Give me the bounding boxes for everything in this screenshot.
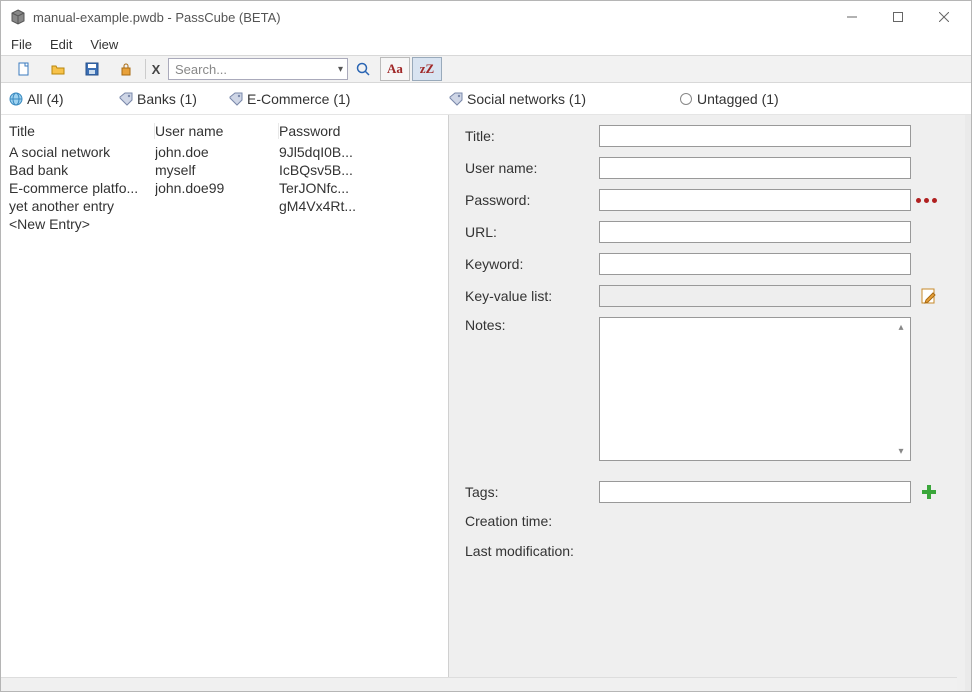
window-title: manual-example.pwdb - PassCube (BETA) bbox=[33, 10, 281, 25]
scroll-down-icon[interactable]: ▾ bbox=[894, 444, 908, 458]
label-modification-time: Last modification: bbox=[465, 543, 625, 559]
cell-title: A social network bbox=[9, 144, 155, 160]
cell-user: john.doe bbox=[155, 144, 279, 160]
tag-icon bbox=[229, 92, 243, 106]
tag-filter-ecommerce-label: E-Commerce (1) bbox=[247, 91, 350, 107]
cell-user: john.doe99 bbox=[155, 180, 279, 196]
new-file-icon[interactable] bbox=[7, 57, 41, 81]
menu-edit[interactable]: Edit bbox=[50, 37, 72, 52]
tag-filter-untagged-label: Untagged (1) bbox=[697, 91, 779, 107]
cell-pass: 9Jl5dqI0B... bbox=[279, 144, 448, 160]
toolbar: X Search... ▾ Aa zZ bbox=[1, 55, 971, 83]
save-icon[interactable] bbox=[75, 57, 109, 81]
main-split: Title User name Password A social networ… bbox=[1, 115, 971, 691]
tag-filter-social[interactable]: Social networks (1) bbox=[449, 91, 679, 107]
cell-pass: gM4Vx4Rt... bbox=[279, 198, 448, 214]
tag-icon bbox=[119, 92, 133, 106]
entry-list-panel: Title User name Password A social networ… bbox=[1, 115, 449, 691]
table-row[interactable]: yet another entry gM4Vx4Rt... bbox=[9, 197, 448, 215]
add-tag-icon[interactable] bbox=[921, 484, 937, 500]
window-maximize-button[interactable] bbox=[875, 2, 921, 32]
menu-file[interactable]: File bbox=[11, 37, 32, 52]
cell-pass: TerJONfc... bbox=[279, 180, 448, 196]
input-tags[interactable] bbox=[599, 481, 911, 503]
cell-title: E-commerce platfo... bbox=[9, 180, 155, 196]
sort-toggle[interactable]: zZ bbox=[412, 57, 442, 81]
column-header-username[interactable]: User name bbox=[155, 123, 279, 139]
label-password: Password: bbox=[465, 192, 599, 208]
search-placeholder: Search... bbox=[175, 62, 227, 77]
tag-filter-bar: All (4) Banks (1) E-Commerce (1) Social … bbox=[1, 83, 971, 115]
input-keyword[interactable] bbox=[599, 253, 911, 275]
toolbar-separator bbox=[145, 59, 146, 79]
tag-filter-untagged[interactable]: Untagged (1) bbox=[679, 91, 779, 107]
cell-title: <New Entry> bbox=[9, 216, 155, 232]
tag-filter-banks-label: Banks (1) bbox=[137, 91, 197, 107]
menu-view[interactable]: View bbox=[90, 37, 118, 52]
chevron-down-icon[interactable]: ▾ bbox=[338, 64, 343, 75]
label-url: URL: bbox=[465, 224, 599, 240]
vertical-scrollbar[interactable] bbox=[965, 115, 971, 691]
entry-table-header: Title User name Password bbox=[9, 121, 448, 143]
input-notes[interactable]: ▴ ▾ bbox=[599, 317, 911, 461]
entry-detail-panel: Title: User name: Password: URL: Keyword… bbox=[449, 115, 971, 691]
cell-user bbox=[155, 216, 279, 232]
table-row[interactable]: Bad bank myself IcBQsv5B... bbox=[9, 161, 448, 179]
tag-filter-social-label: Social networks (1) bbox=[467, 91, 586, 107]
input-username[interactable] bbox=[599, 157, 911, 179]
window-titlebar: manual-example.pwdb - PassCube (BETA) bbox=[1, 1, 971, 33]
label-tags: Tags: bbox=[465, 484, 599, 500]
table-row[interactable]: E-commerce platfo... john.doe99 TerJONfc… bbox=[9, 179, 448, 197]
case-sensitive-toggle[interactable]: Aa bbox=[380, 57, 410, 81]
label-title: Title: bbox=[465, 128, 599, 144]
label-username: User name: bbox=[465, 160, 599, 176]
scroll-up-icon[interactable]: ▴ bbox=[894, 320, 908, 334]
tag-filter-banks[interactable]: Banks (1) bbox=[119, 91, 229, 107]
menubar: File Edit View bbox=[1, 33, 971, 55]
horizontal-scrollbar[interactable] bbox=[1, 677, 957, 691]
column-header-title[interactable]: Title bbox=[9, 123, 155, 139]
column-header-password[interactable]: Password bbox=[279, 123, 448, 139]
cell-user bbox=[155, 198, 279, 214]
cell-pass: IcBQsv5B... bbox=[279, 162, 448, 178]
window-close-button[interactable] bbox=[921, 2, 967, 32]
tag-filter-all-label: All (4) bbox=[27, 91, 64, 107]
cell-title: Bad bank bbox=[9, 162, 155, 178]
search-input[interactable]: Search... ▾ bbox=[168, 58, 348, 80]
app-cube-icon bbox=[9, 8, 27, 26]
window-minimize-button[interactable] bbox=[829, 2, 875, 32]
circle-icon bbox=[679, 92, 693, 106]
input-kvlist[interactable] bbox=[599, 285, 911, 307]
lock-icon[interactable] bbox=[109, 57, 143, 81]
label-keyword: Keyword: bbox=[465, 256, 599, 272]
label-notes: Notes: bbox=[465, 317, 599, 333]
table-row[interactable]: A social network john.doe 9Jl5dqI0B... bbox=[9, 143, 448, 161]
table-row-new-entry[interactable]: <New Entry> bbox=[9, 215, 448, 233]
open-folder-icon[interactable] bbox=[41, 57, 75, 81]
tag-icon bbox=[449, 92, 463, 106]
input-title[interactable] bbox=[599, 125, 911, 147]
cell-title: yet another entry bbox=[9, 198, 155, 214]
globe-icon bbox=[9, 92, 23, 106]
cell-user: myself bbox=[155, 162, 279, 178]
search-icon[interactable] bbox=[348, 61, 378, 77]
cell-pass bbox=[279, 216, 448, 232]
clear-search-button[interactable]: X bbox=[148, 57, 164, 81]
input-url[interactable] bbox=[599, 221, 911, 243]
reveal-password-icon[interactable] bbox=[916, 198, 937, 203]
edit-kvlist-icon[interactable] bbox=[921, 288, 937, 304]
tag-filter-ecommerce[interactable]: E-Commerce (1) bbox=[229, 91, 449, 107]
tag-filter-all[interactable]: All (4) bbox=[9, 91, 119, 107]
input-password[interactable] bbox=[599, 189, 911, 211]
label-kvlist: Key-value list: bbox=[465, 288, 599, 304]
label-creation-time: Creation time: bbox=[465, 513, 599, 529]
